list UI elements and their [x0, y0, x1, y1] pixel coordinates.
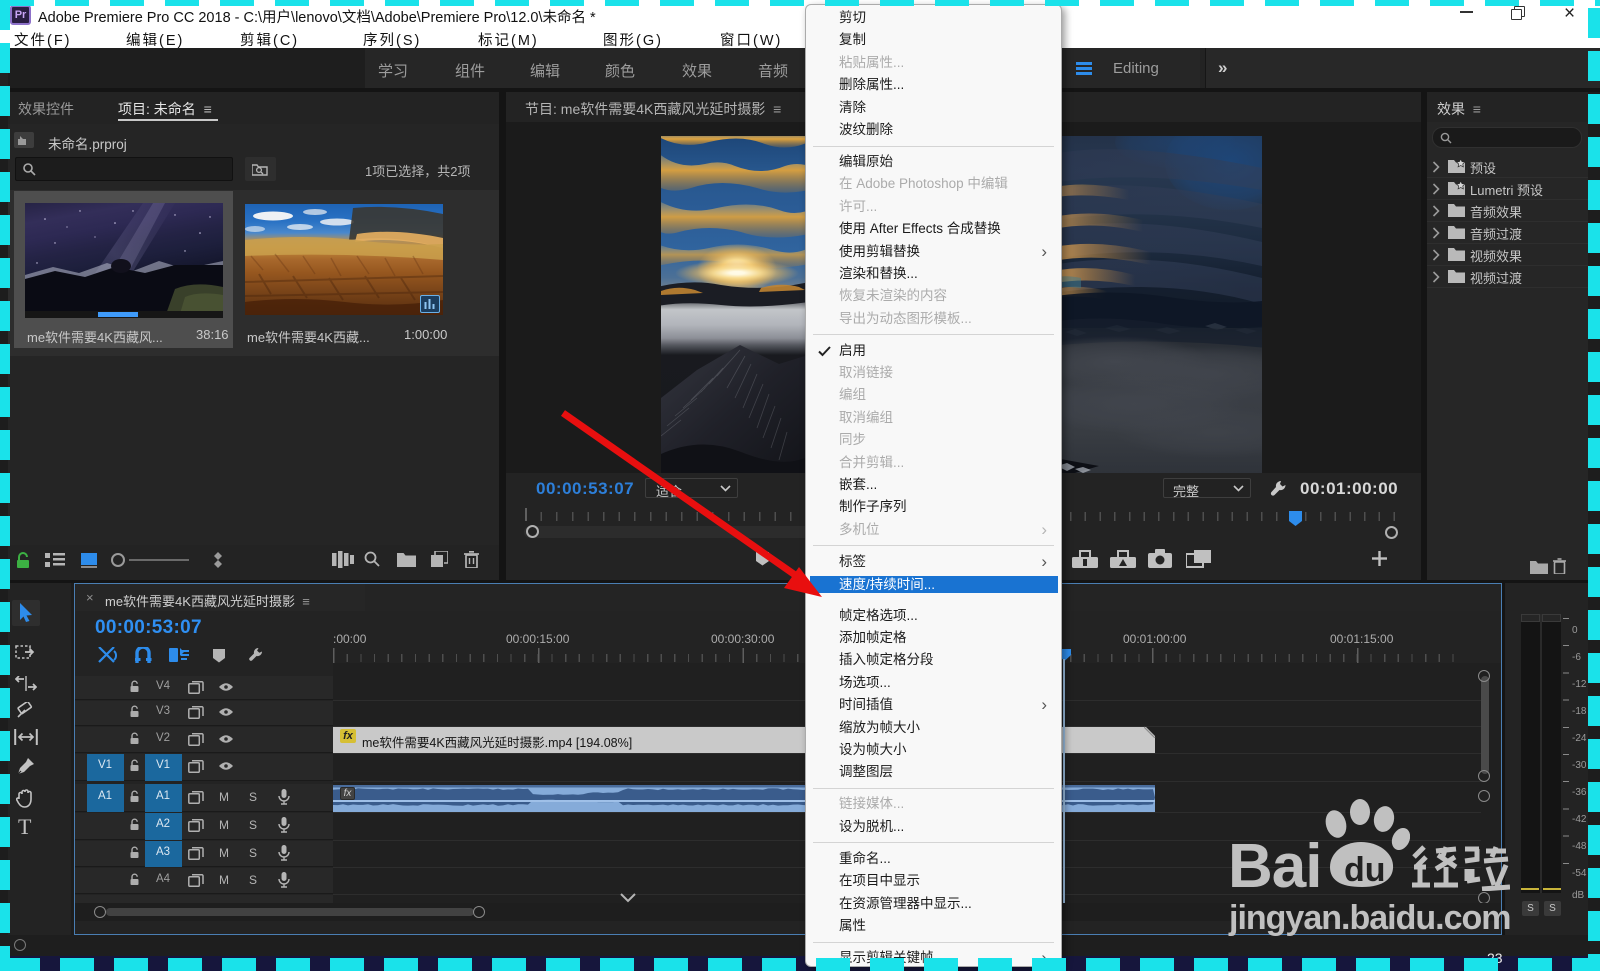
svg-text:du: du: [1344, 851, 1386, 889]
